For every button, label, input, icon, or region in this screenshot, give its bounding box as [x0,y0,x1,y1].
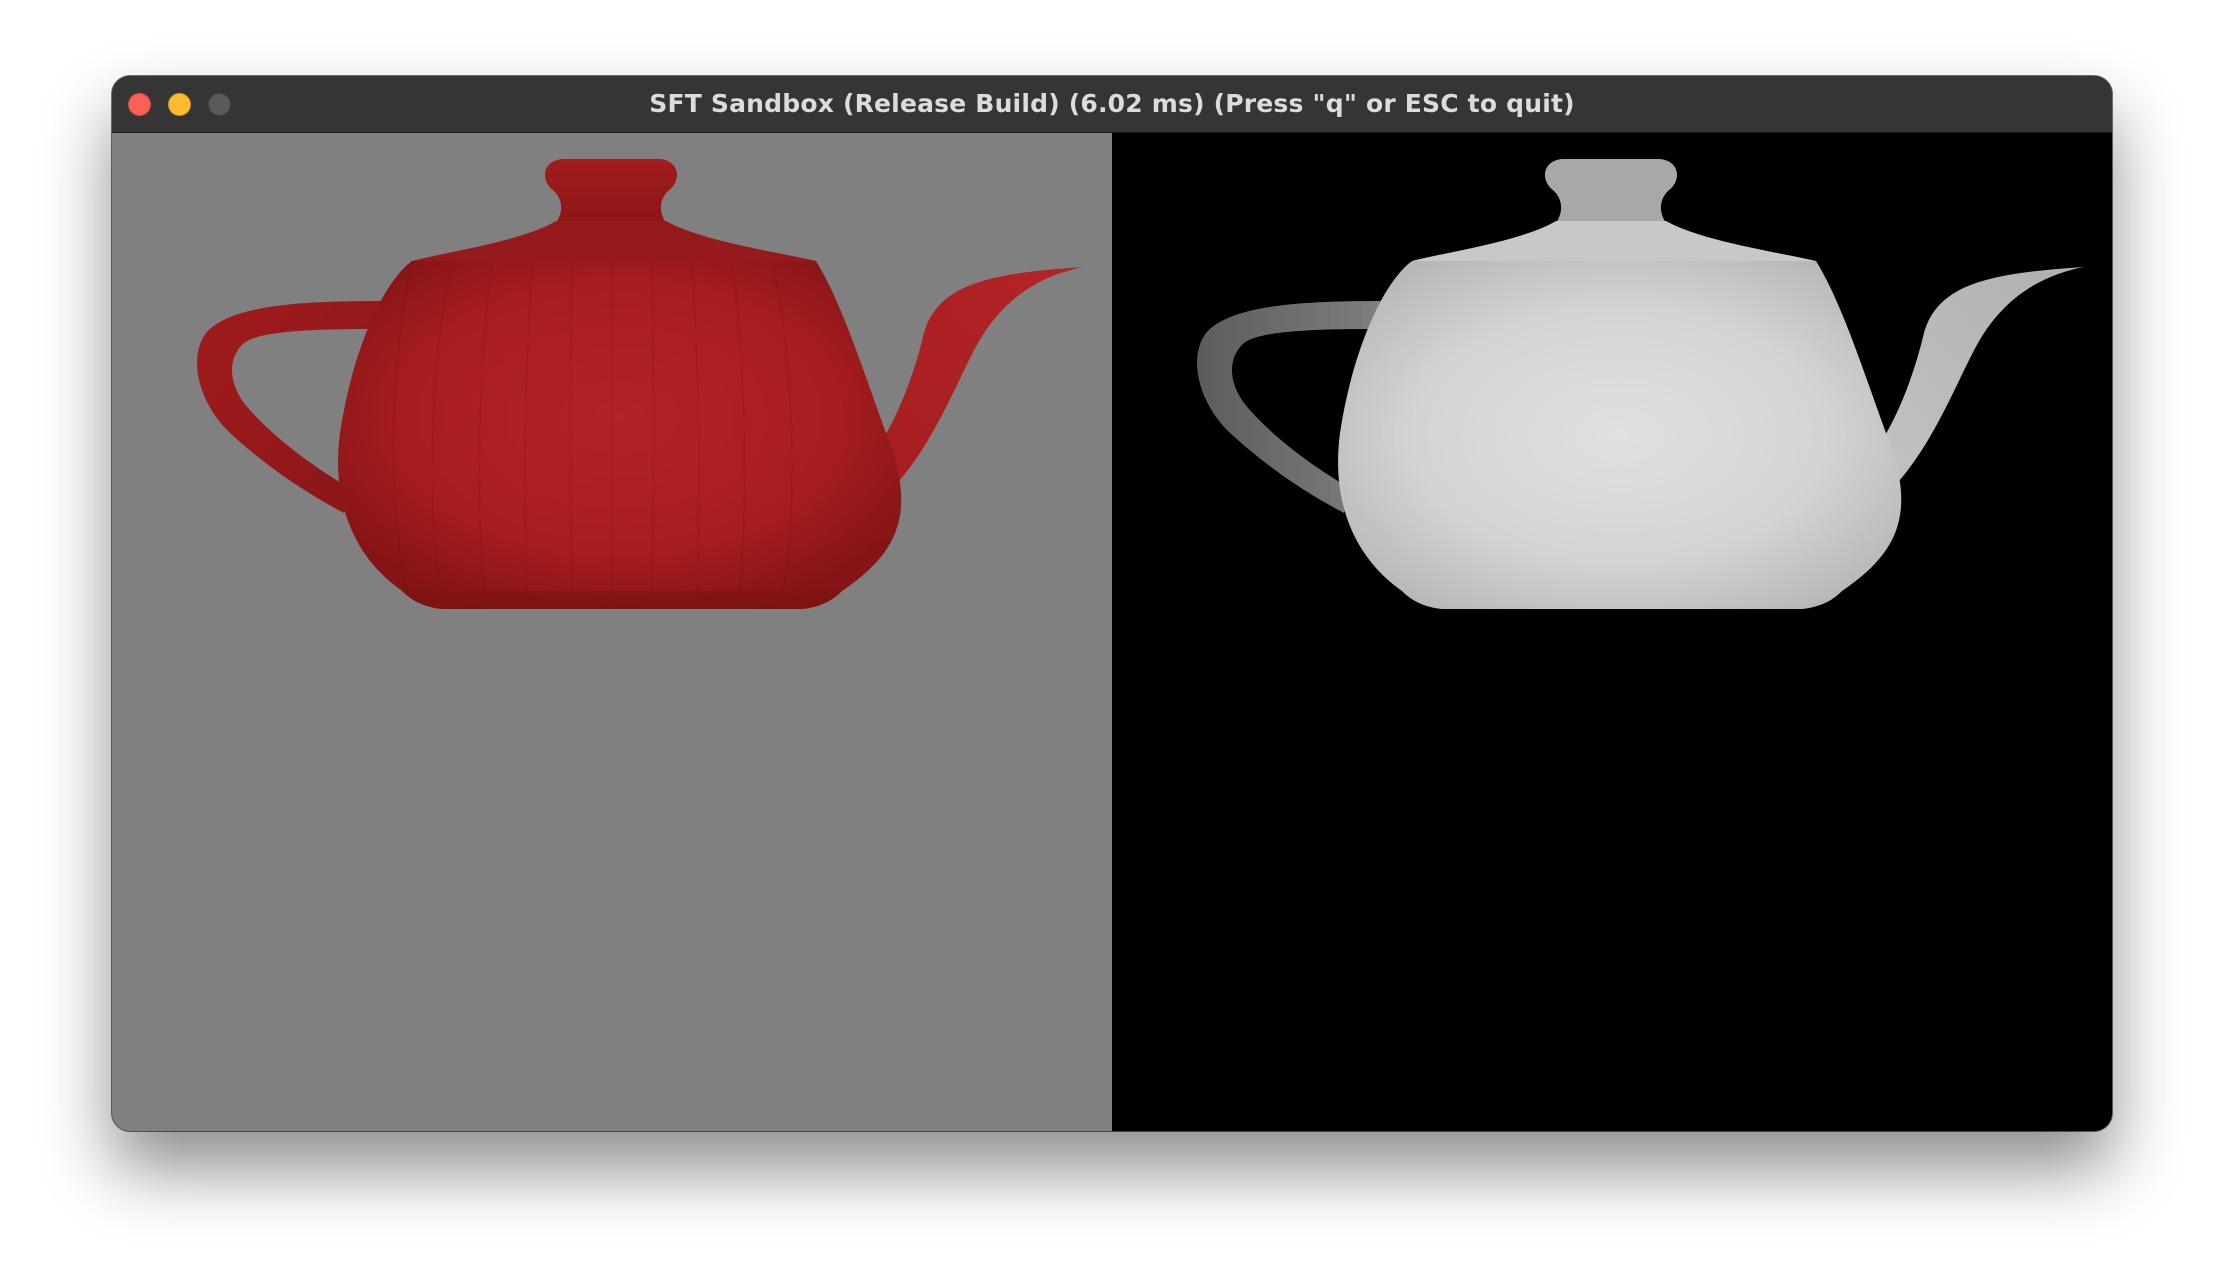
depth-buffer-viewport[interactable] [1112,133,2112,1131]
title-bar[interactable]: SFT Sandbox (Release Build) (6.02 ms) (P… [112,76,2112,133]
teapot-body [338,261,902,609]
render-area[interactable] [112,133,2112,1131]
depth-teapot-lid-knob [1544,159,1678,223]
color-buffer-viewport[interactable] [112,133,1112,1131]
teapot-lid [412,221,816,261]
app-window: SFT Sandbox (Release Build) (6.02 ms) (P… [112,76,2112,1131]
teapot-lid-knob [544,159,678,223]
depth-teapot-lid [1412,221,1816,261]
depth-teapot [1197,159,2084,609]
window-title: SFT Sandbox (Release Build) (6.02 ms) (P… [649,89,1575,118]
depth-teapot-body [1338,261,1902,609]
shaded-teapot [197,159,1084,610]
